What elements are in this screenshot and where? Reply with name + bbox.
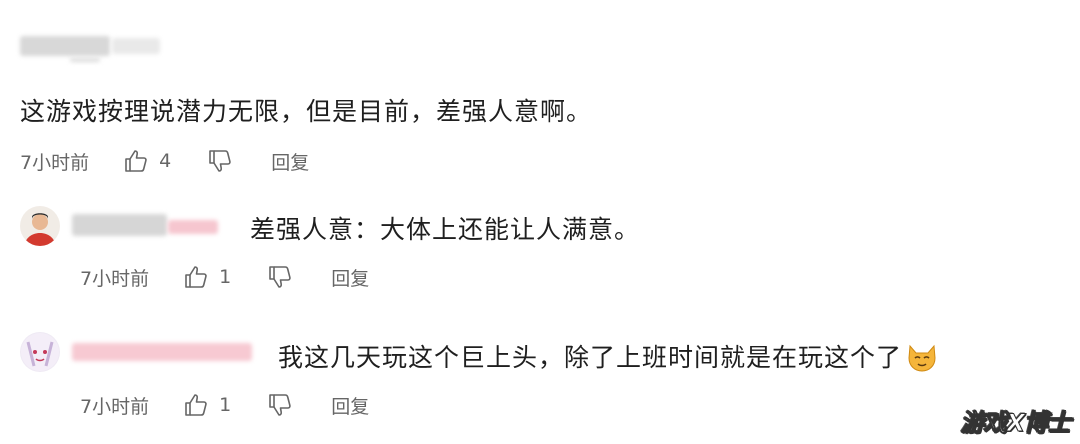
- comment-meta: 7小时前 4 回复: [20, 146, 309, 176]
- thumbs-down-icon[interactable]: [207, 148, 233, 174]
- comment-text-body: 我这几天玩这个巨上头，除了上班时间就是在玩这个了: [278, 343, 903, 372]
- comment-meta: 7小时前 1 回复: [80, 262, 369, 292]
- thumbs-down-icon[interactable]: [267, 264, 293, 290]
- comment-time: 7小时前: [80, 395, 150, 418]
- user-level-badge: [112, 38, 160, 54]
- thumbs-up-icon[interactable]: [183, 392, 209, 418]
- comment-text: 我这几天玩这个巨上头，除了上班时间就是在玩这个了: [278, 338, 938, 378]
- cat-face-emoji: [906, 342, 938, 378]
- username-blurred-tail: [168, 220, 218, 234]
- reply-button[interactable]: 回复: [271, 148, 309, 175]
- like-count: 1: [219, 266, 232, 288]
- like-count: 1: [219, 394, 232, 416]
- username-blurred[interactable]: [72, 343, 252, 361]
- username-blurred[interactable]: [20, 36, 110, 56]
- comment-text: 差强人意：大体上还能让人满意。: [250, 215, 641, 244]
- thumbs-down-icon[interactable]: [267, 392, 293, 418]
- username-blurred[interactable]: [72, 214, 167, 236]
- comment-time: 7小时前: [80, 267, 150, 290]
- username-underline: [70, 58, 100, 62]
- watermark-logo: 游戏X博士: [960, 409, 1072, 438]
- comment-meta: 7小时前 1 回复: [80, 390, 369, 420]
- comment-thread: 这游戏按理说潜力无限，但是目前，差强人意啊。 7小时前 4 回复 差强人意：大体…: [0, 0, 1080, 444]
- reply-button[interactable]: 回复: [331, 264, 369, 291]
- thumbs-up-icon[interactable]: [183, 264, 209, 290]
- avatar[interactable]: [20, 332, 60, 372]
- like-count: 4: [159, 150, 172, 172]
- comment-text: 这游戏按理说潜力无限，但是目前，差强人意啊。: [20, 97, 593, 126]
- comment-time: 7小时前: [20, 151, 90, 174]
- reply-button[interactable]: 回复: [331, 392, 369, 419]
- thumbs-up-icon[interactable]: [123, 148, 149, 174]
- avatar[interactable]: [20, 206, 60, 246]
